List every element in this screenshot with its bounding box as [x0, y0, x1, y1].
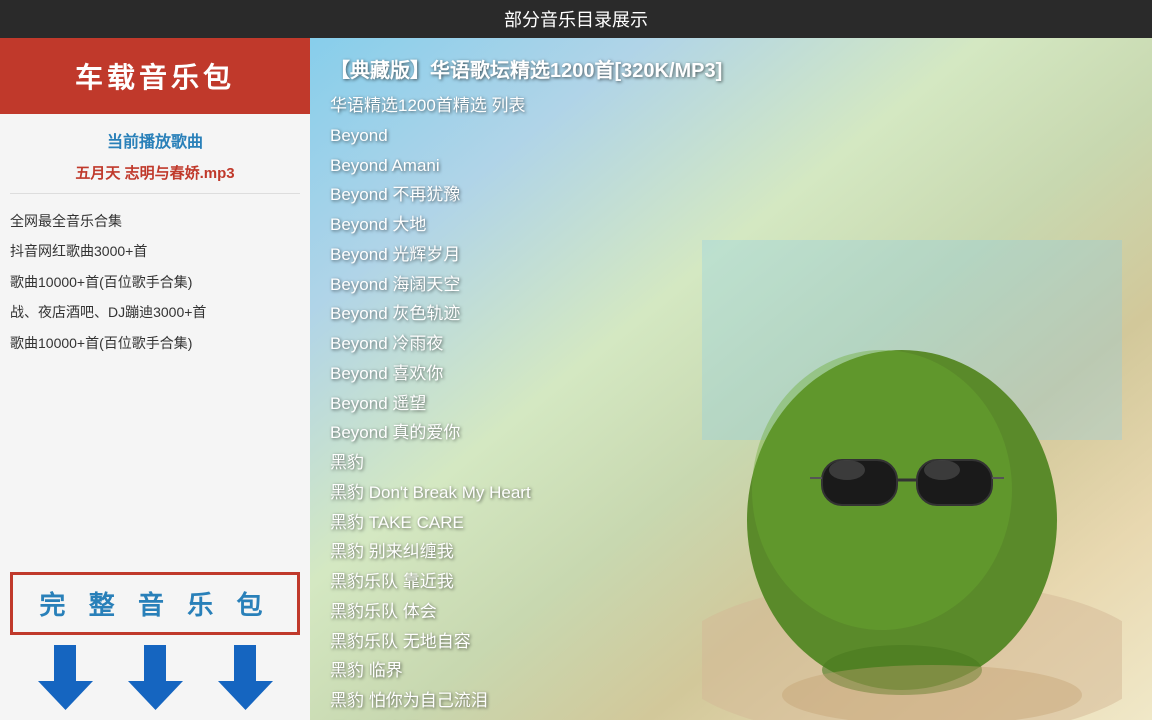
- sidebar: 车载音乐包 当前播放歌曲 五月天 志明与春娇.mp3 全网最全音乐合集抖音网红歌…: [0, 38, 310, 720]
- song-entry: Beyond 大地: [330, 210, 722, 240]
- complete-pack-button[interactable]: 完 整 音 乐 包: [10, 572, 300, 635]
- song-entry: Beyond 喜欢你: [330, 359, 722, 389]
- song-entry: Beyond 冷雨夜: [330, 329, 722, 359]
- song-entry: 黑豹 眼光里: [330, 716, 722, 720]
- download-arrow-2[interactable]: [128, 645, 183, 710]
- sidebar-list-item: 战、夜店酒吧、DJ蹦迪3000+首: [10, 297, 300, 327]
- songlist-header: 【典藏版】华语歌坛精选1200首[320K/MP3]: [330, 54, 722, 89]
- song-entry: Beyond 遥望: [330, 389, 722, 419]
- sidebar-bottom: 完 整 音 乐 包: [0, 572, 310, 720]
- song-entry: Beyond 不再犹豫: [330, 180, 722, 210]
- songlist-subheader: 华语精选1200首精选 列表: [330, 91, 722, 121]
- song-entry: 黑豹 别来纠缠我: [330, 537, 722, 567]
- song-entry: Beyond Amani: [330, 151, 722, 181]
- song-entry: Beyond 灰色轨迹: [330, 299, 722, 329]
- song-entry: 黑豹乐队 体会: [330, 597, 722, 627]
- song-entry: 黑豹 临界: [330, 656, 722, 686]
- song-list-overlay: 【典藏版】华语歌坛精选1200首[320K/MP3]华语精选1200首精选 列表…: [310, 38, 742, 720]
- coconut-image: [702, 240, 1122, 720]
- sidebar-header: 车载音乐包: [0, 38, 310, 114]
- sidebar-list-item: 全网最全音乐合集: [10, 206, 300, 236]
- song-entry: Beyond 真的爱你: [330, 418, 722, 448]
- sidebar-current-label: 当前播放歌曲: [0, 114, 310, 158]
- song-entry: 黑豹 怕你为自己流泪: [330, 686, 722, 716]
- main-area: 车载音乐包 当前播放歌曲 五月天 志明与春娇.mp3 全网最全音乐合集抖音网红歌…: [0, 38, 1152, 720]
- top-bar: 部分音乐目录展示: [0, 0, 1152, 38]
- song-entry: 黑豹: [330, 448, 722, 478]
- song-entry: 黑豹乐队 无地自容: [330, 627, 722, 657]
- content-area: 【典藏版】华语歌坛精选1200首[320K/MP3]华语精选1200首精选 列表…: [310, 38, 1152, 720]
- song-entry: 黑豹 Don't Break My Heart: [330, 478, 722, 508]
- top-bar-title: 部分音乐目录展示: [504, 10, 648, 30]
- download-arrow-1[interactable]: [38, 645, 93, 710]
- song-entry: Beyond: [330, 121, 722, 151]
- sidebar-current-song: 五月天 志明与春娇.mp3: [0, 158, 310, 193]
- song-entry: Beyond 海阔天空: [330, 270, 722, 300]
- download-arrow-3[interactable]: [218, 645, 273, 710]
- arrows-row: [0, 635, 310, 720]
- sidebar-list-item: 歌曲10000+首(百位歌手合集): [10, 267, 300, 297]
- sidebar-list-item: 抖音网红歌曲3000+首: [10, 236, 300, 266]
- song-entry: Beyond 光辉岁月: [330, 240, 722, 270]
- sidebar-list-item: 歌曲10000+首(百位歌手合集): [10, 328, 300, 358]
- song-entry: 黑豹乐队 靠近我: [330, 567, 722, 597]
- song-entry: 黑豹 TAKE CARE: [330, 508, 722, 538]
- sidebar-list: 全网最全音乐合集抖音网红歌曲3000+首歌曲10000+首(百位歌手合集)战、夜…: [0, 194, 310, 572]
- sidebar-title: 车载音乐包: [75, 62, 235, 93]
